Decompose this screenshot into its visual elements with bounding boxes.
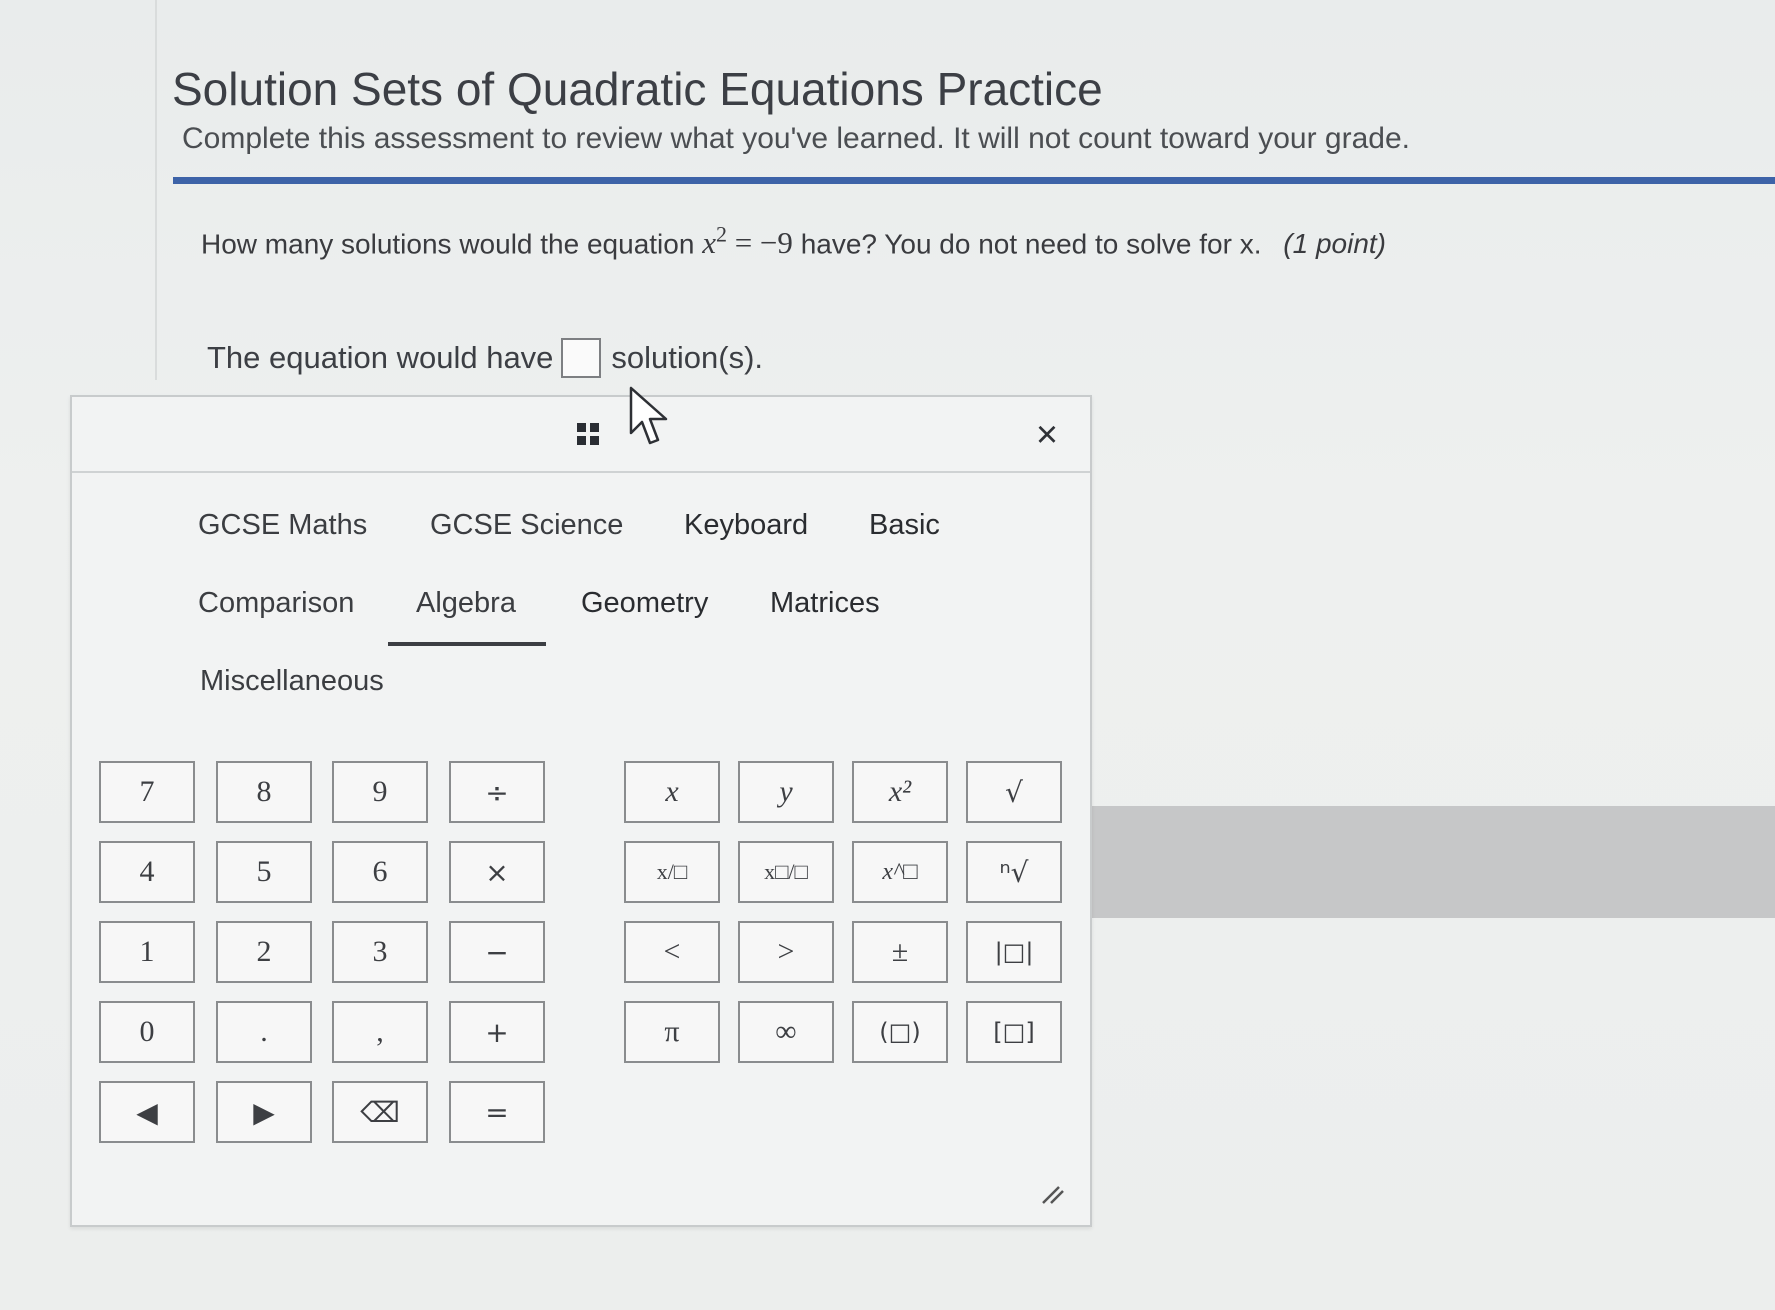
tab-comparison[interactable]: Comparison [198,587,354,620]
key-4[interactable]: 4 [99,841,195,903]
left-arrow-icon[interactable]: ◀ [99,1081,195,1143]
key-x[interactable]: x [624,761,720,823]
parentheses-icon[interactable]: (□) [852,1001,948,1063]
key-comma[interactable]: , [332,1001,428,1063]
page-title: Solution Sets of Quadratic Equations Pra… [172,63,1103,115]
key-plus[interactable]: + [449,1001,545,1063]
tab-keyboard[interactable]: Keyboard [684,509,808,542]
mixed-fraction-icon[interactable]: x□/□ [738,841,834,903]
backspace-icon[interactable]: ⌫ [332,1081,428,1143]
key-0[interactable]: 0 [99,1001,195,1063]
page-subtitle: Complete this assessment to review what … [182,122,1410,155]
key-pi[interactable]: π [624,1001,720,1063]
tab-geometry[interactable]: Geometry [581,587,708,620]
tab-algebra[interactable]: Algebra [416,587,516,620]
equation-rest: = −9 [726,225,793,261]
key-2[interactable]: 2 [216,921,312,983]
title-divider [173,177,1775,184]
key-plus-minus[interactable]: ± [852,921,948,983]
right-arrow-icon[interactable]: ▶ [216,1081,312,1143]
answer-sentence: The equation would have solution(s). [207,338,763,378]
close-icon[interactable]: × [1027,415,1067,455]
background-overlay-band [1080,806,1775,918]
power-icon[interactable]: x^□ [852,841,948,903]
key-multiply[interactable]: × [449,841,545,903]
absolute-value-icon[interactable]: |□| [966,921,1062,983]
tab-gcse-science[interactable]: GCSE Science [430,509,623,542]
key-7[interactable]: 7 [99,761,195,823]
answer-before-text: The equation would have [207,340,554,375]
page-left-rule [155,0,157,380]
tab-matrices[interactable]: Matrices [770,587,880,620]
key-5[interactable]: 5 [216,841,312,903]
key-equals[interactable]: = [449,1081,545,1143]
answer-after-text: solution(s). [611,340,764,375]
tab-miscellaneous[interactable]: Miscellaneous [200,665,384,698]
key-y[interactable]: y [738,761,834,823]
question-text: How many solutions would the equation x2… [201,222,1386,261]
key-1[interactable]: 1 [99,921,195,983]
question-prefix: How many solutions would the equation [201,228,695,260]
question-suffix: have? You do not need to solve for x. [792,228,1262,260]
equation-variable: x [702,225,716,261]
resize-grip-icon[interactable] [1037,1177,1067,1207]
drag-handle-icon[interactable] [577,423,599,445]
square-root-icon[interactable]: √ [966,761,1062,823]
fraction-icon[interactable]: x/□ [624,841,720,903]
equation-exponent: 2 [715,222,727,247]
selected-tab-indicator [388,642,546,646]
key-greater-than[interactable]: > [738,921,834,983]
mouse-cursor-icon [629,386,668,445]
key-3[interactable]: 3 [332,921,428,983]
key-divide[interactable]: ÷ [449,761,545,823]
brackets-icon[interactable]: [□] [966,1001,1062,1063]
key-minus[interactable]: − [449,921,545,983]
palette-header[interactable]: × [72,397,1090,473]
nth-root-icon[interactable]: ⁿ√ [966,841,1062,903]
tab-gcse-maths[interactable]: GCSE Maths [198,509,367,542]
question-points: (1 point) [1283,228,1386,260]
math-input-palette: × GCSE Maths GCSE Science Keyboard Basic… [70,395,1092,1227]
tab-basic[interactable]: Basic [869,509,940,542]
key-6[interactable]: 6 [332,841,428,903]
answer-input[interactable] [561,338,602,378]
key-decimal-point[interactable]: . [216,1001,312,1063]
key-infinity[interactable]: ∞ [738,1001,834,1063]
key-x-squared[interactable]: x² [852,761,948,823]
key-9[interactable]: 9 [332,761,428,823]
equation: x2 = −9 [702,222,793,261]
key-less-than[interactable]: < [624,921,720,983]
key-8[interactable]: 8 [216,761,312,823]
